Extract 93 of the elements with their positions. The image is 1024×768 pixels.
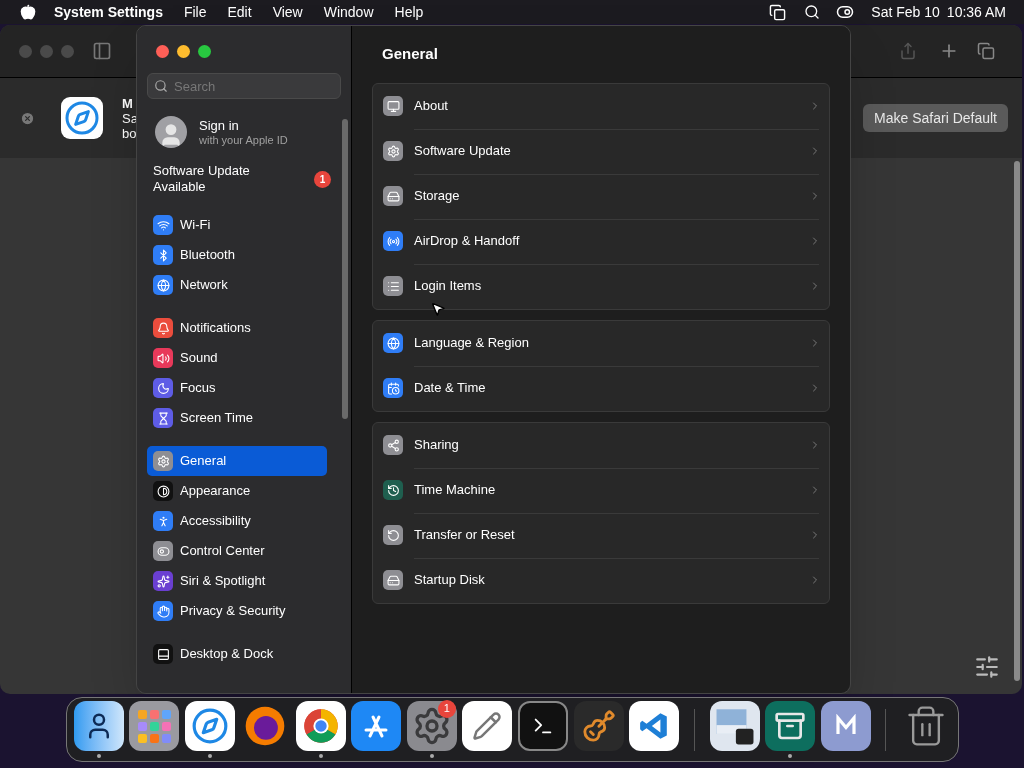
bluetooth-icon: [153, 245, 173, 265]
update-notice[interactable]: Software Update Available: [153, 163, 273, 195]
cursor-icon: [430, 301, 446, 317]
sidebar-item[interactable]: Desktop & Dock: [147, 639, 327, 669]
wheel-icon[interactable]: [295, 701, 346, 751]
drive-icon: [383, 186, 403, 206]
settings-row[interactable]: Login Items: [373, 263, 829, 309]
menu-item[interactable]: View: [272, 1, 303, 23]
toggle-icon: [153, 541, 173, 561]
calendar-icon: [383, 378, 403, 398]
face-icon[interactable]: [73, 701, 124, 751]
sidebar-item[interactable]: Notifications: [147, 313, 327, 343]
broadcast-icon: [383, 231, 403, 251]
letter-icon[interactable]: [820, 701, 871, 751]
list-icon: [383, 276, 403, 296]
reset-icon: [383, 525, 403, 545]
settings-row[interactable]: AirDrop & Handoff: [373, 218, 829, 264]
sidebar-item[interactable]: Accessibility: [147, 506, 327, 536]
share-icon: [383, 435, 403, 455]
sidebar-item[interactable]: General: [147, 446, 327, 476]
menu-item[interactable]: Window: [323, 1, 374, 23]
menu-time[interactable]: 10:36 AM: [946, 1, 1006, 23]
sliders-icon[interactable]: [974, 654, 1000, 680]
control-center-icon[interactable]: [836, 3, 855, 21]
app-menu[interactable]: System Settings: [54, 1, 163, 23]
close-icon[interactable]: [20, 110, 35, 126]
archive-icon[interactable]: [765, 701, 816, 751]
account-subtitle: with your Apple ID: [199, 133, 288, 147]
settings-row[interactable]: About: [373, 83, 829, 129]
settings-row[interactable]: Language & Region: [373, 320, 829, 366]
menu-item[interactable]: Help: [394, 1, 424, 23]
search-icon: [154, 79, 168, 93]
gear-icon: [153, 451, 173, 471]
minimize-button[interactable]: [177, 45, 190, 58]
sidebar-item[interactable]: Wi-Fi: [147, 210, 327, 240]
accessibility-icon: [153, 511, 173, 531]
settings-row[interactable]: Transfer or Reset: [373, 512, 829, 558]
gear-icon[interactable]: [406, 701, 457, 751]
sidebar-item[interactable]: Screen Time: [147, 403, 327, 433]
settings-row[interactable]: Date & Time: [373, 365, 829, 411]
sparkle-icon: [153, 571, 173, 591]
sidebar-item[interactable]: Network: [147, 270, 327, 300]
close-button[interactable]: [156, 45, 169, 58]
code-icon[interactable]: [629, 701, 680, 751]
banner-title: M: [122, 95, 134, 111]
gear-icon: [383, 141, 403, 161]
sidebar-icon[interactable]: [92, 41, 112, 61]
zoom-button[interactable]: [198, 45, 211, 58]
banner-text: bo: [122, 125, 136, 141]
compass-icon: [61, 97, 103, 139]
settings-row[interactable]: Startup Disk: [373, 557, 829, 603]
monitor-icon: [383, 96, 403, 116]
menu-item[interactable]: File: [183, 1, 207, 23]
clock-icon: [383, 480, 403, 500]
letter-icon[interactable]: [351, 701, 402, 751]
wifi-icon: [153, 215, 173, 235]
search-icon[interactable]: [804, 4, 821, 20]
settings-row[interactable]: Software Update: [373, 128, 829, 174]
contrast-icon: [153, 481, 173, 501]
hand-icon: [153, 601, 173, 621]
sidebar-item[interactable]: Sound: [147, 343, 327, 373]
avatar[interactable]: [155, 116, 187, 148]
compass-icon[interactable]: [184, 701, 235, 751]
settings-row[interactable]: Sharing: [373, 422, 829, 468]
settings-row[interactable]: Storage: [373, 173, 829, 219]
tabs-icon[interactable]: [977, 42, 995, 60]
notification-badge: 1: [314, 170, 331, 188]
windows-icon[interactable]: [769, 3, 787, 21]
default-button[interactable]: Make Safari Default: [863, 104, 1008, 132]
bell-icon: [153, 318, 173, 338]
menu-date[interactable]: Sat Feb 10: [871, 1, 940, 23]
sidebar-item[interactable]: Privacy & Security: [147, 596, 327, 626]
dock-icon: [153, 644, 173, 664]
settings-row[interactable]: Time Machine: [373, 467, 829, 513]
guitar-icon[interactable]: [573, 701, 624, 751]
moon-icon: [153, 378, 173, 398]
photo-icon[interactable]: [709, 701, 760, 751]
sidebar-item[interactable]: Control Center: [147, 536, 327, 566]
pencil-icon[interactable]: [462, 701, 513, 751]
speaker-icon: [153, 348, 173, 368]
account-title[interactable]: Sign in: [199, 117, 288, 133]
sidebar-item[interactable]: Bluetooth: [147, 240, 327, 270]
page-title: General: [382, 44, 439, 64]
search-field[interactable]: Search: [147, 73, 341, 99]
drive-icon: [383, 570, 403, 590]
grid-icon[interactable]: [129, 701, 180, 751]
apple-icon[interactable]: [20, 4, 36, 20]
terminal-icon[interactable]: [518, 701, 568, 751]
sidebar-item[interactable]: Appearance: [147, 476, 327, 506]
sidebar-item[interactable]: Focus: [147, 373, 327, 403]
sidebar-item[interactable]: Siri & Spotlight: [147, 566, 327, 596]
menu-item[interactable]: Edit: [227, 1, 252, 23]
hourglass-icon: [153, 408, 173, 428]
